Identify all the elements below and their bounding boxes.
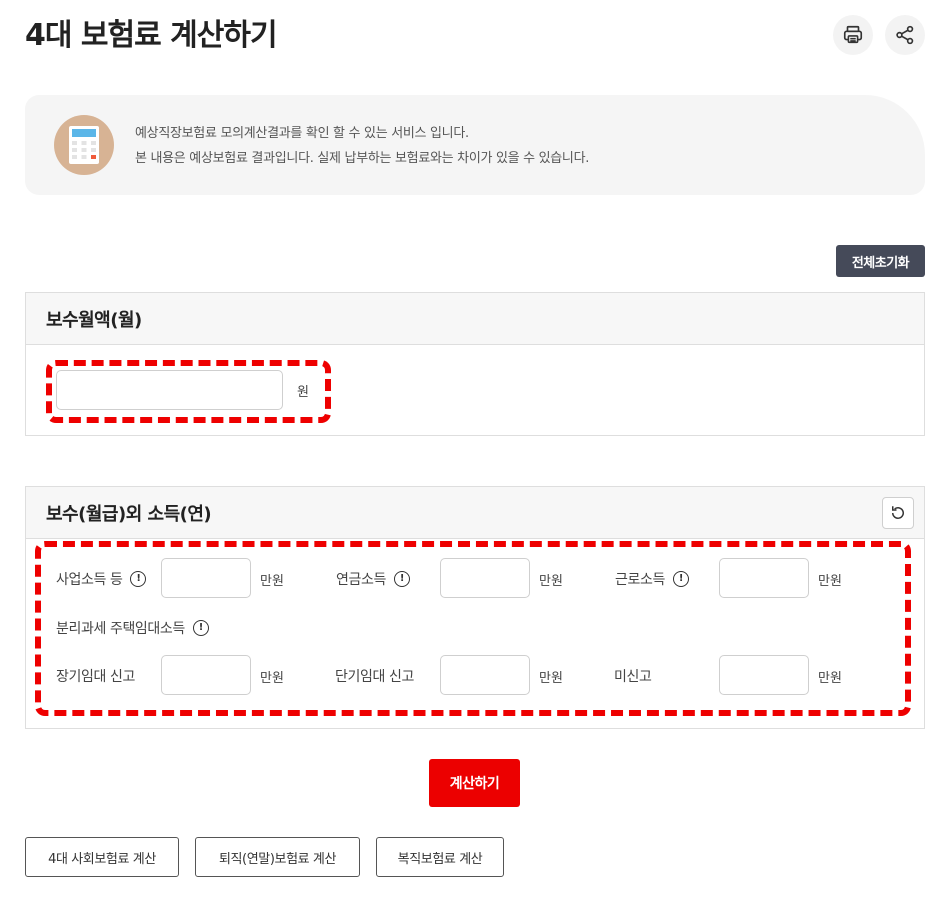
unit-label: 만원 — [818, 671, 842, 686]
info-box: 예상직장보험료 모의계산결과를 확인 할 수 있는 서비스 입니다. 본 내용은… — [25, 95, 925, 195]
retirement-insurance-calc-button[interactable]: 퇴직(연말)보험료 계산 — [195, 837, 360, 877]
reinstatement-insurance-calc-button[interactable]: 복직보험료 계산 — [376, 837, 504, 877]
share-icon — [896, 25, 914, 45]
unreported-rental-label: 미신고 — [614, 669, 652, 685]
page-title: 4대 보험료 계산하기 — [25, 18, 278, 53]
refresh-button[interactable] — [882, 497, 914, 529]
info-line-1: 예상직장보험료 모의계산결과를 확인 할 수 있는 서비스 입니다. — [135, 126, 469, 141]
salary-unit: 원 — [297, 385, 309, 400]
salary-panel: 보수월액(월) 원 — [25, 292, 925, 436]
other-income-panel-title: 보수(월급)외 소득(연) — [46, 503, 212, 525]
long-term-rental-input[interactable] — [161, 655, 251, 695]
help-icon[interactable]: ! — [672, 571, 689, 587]
reset-all-button[interactable]: 전체초기화 — [836, 245, 925, 277]
print-button[interactable] — [833, 15, 873, 55]
unit-label: 만원 — [539, 574, 563, 589]
help-icon[interactable]: ! — [130, 571, 147, 587]
refresh-icon — [892, 506, 904, 519]
calculate-button[interactable]: 계산하기 — [429, 759, 520, 807]
print-icon — [843, 25, 863, 44]
business-income-label: 사업소득 등 ! — [56, 569, 147, 589]
short-term-rental-label: 단기임대 신고 — [335, 669, 414, 685]
earned-income-label: 근로소득 ! — [615, 569, 689, 589]
help-icon[interactable]: ! — [192, 620, 209, 636]
earned-income-input[interactable] — [719, 558, 809, 598]
calculator-icon — [54, 115, 114, 175]
salary-input[interactable] — [56, 370, 283, 410]
info-line-2: 본 내용은 예상보험료 결과입니다. 실제 납부하는 보험료와는 차이가 있을 … — [135, 151, 590, 166]
unit-label: 만원 — [539, 671, 563, 686]
salary-panel-title: 보수월액(월) — [26, 293, 924, 345]
long-term-rental-label: 장기임대 신고 — [56, 669, 135, 685]
unit-label: 만원 — [260, 574, 284, 589]
share-button[interactable] — [885, 15, 925, 55]
social-insurance-calc-button[interactable]: 4대 사회보험료 계산 — [25, 837, 179, 877]
pension-income-label: 연금소득 ! — [336, 569, 410, 589]
short-term-rental-input[interactable] — [440, 655, 530, 695]
business-income-input[interactable] — [161, 558, 251, 598]
rental-income-label: 분리과세 주택임대소득 ! — [56, 618, 209, 638]
help-icon[interactable]: ! — [393, 571, 410, 587]
pension-income-input[interactable] — [440, 558, 530, 598]
unreported-rental-input[interactable] — [719, 655, 809, 695]
unit-label: 만원 — [818, 574, 842, 589]
unit-label: 만원 — [260, 671, 284, 686]
other-income-panel: 보수(월급)외 소득(연) 사업소득 등 ! 만원 연금소득 ! 만원 근로소득… — [25, 486, 925, 729]
